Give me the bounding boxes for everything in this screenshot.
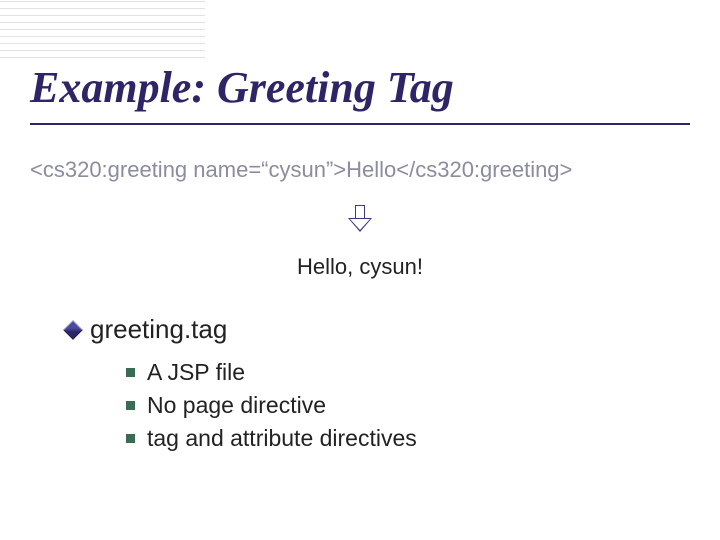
bullet-main: greeting.tag — [66, 314, 690, 345]
square-bullet-icon — [126, 434, 135, 443]
slide-title: Example: Greeting Tag — [30, 0, 690, 125]
list-item: No page directive — [126, 392, 690, 419]
bullet-main-label: greeting.tag — [90, 314, 227, 345]
sub-bullet-label: A JSP file — [147, 359, 245, 386]
square-bullet-icon — [126, 368, 135, 377]
diamond-bullet-icon — [63, 320, 83, 340]
square-bullet-icon — [126, 401, 135, 410]
sub-bullet-label: No page directive — [147, 392, 326, 419]
list-item: tag and attribute directives — [126, 425, 690, 452]
sub-bullet-list: A JSP file No page directive tag and att… — [126, 359, 690, 452]
slide: Example: Greeting Tag <cs320:greeting na… — [0, 0, 720, 540]
arrow-row — [30, 205, 690, 240]
output-text: Hello, cysun! — [30, 254, 690, 280]
code-example: <cs320:greeting name=“cysun”>Hello</cs32… — [30, 157, 690, 183]
sub-bullet-label: tag and attribute directives — [147, 425, 417, 452]
arrow-down-icon — [348, 205, 372, 235]
list-item: A JSP file — [126, 359, 690, 386]
